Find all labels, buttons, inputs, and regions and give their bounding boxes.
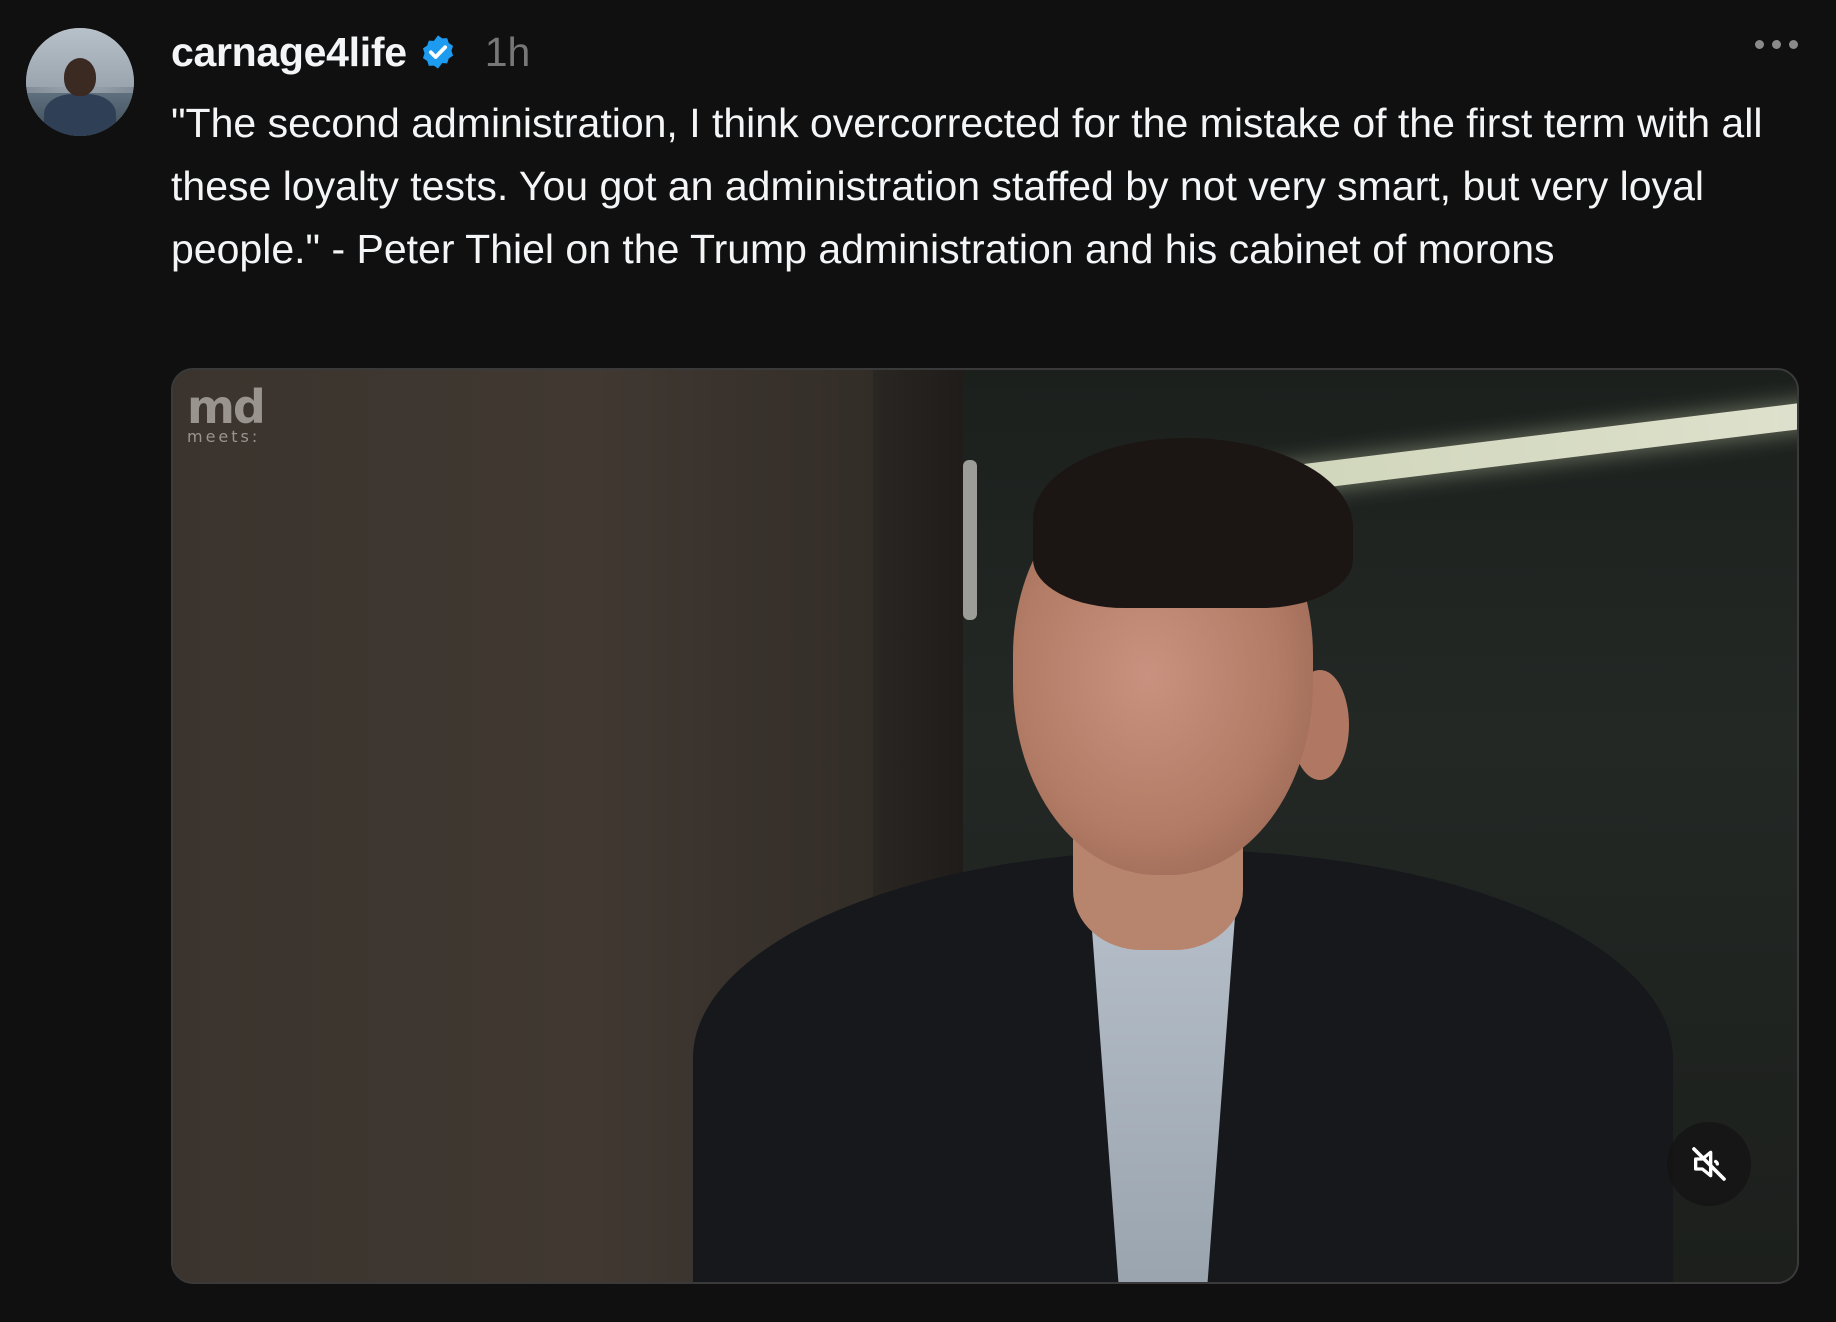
more-options-icon[interactable]	[1755, 40, 1798, 49]
more-dot	[1755, 40, 1764, 49]
speaker-muted-icon	[1692, 1147, 1726, 1181]
more-dot	[1772, 40, 1781, 49]
post-header: carnage4life 1h	[171, 24, 530, 80]
video-player[interactable]: md meets:	[171, 368, 1799, 1284]
video-frame-door-handle	[963, 460, 977, 620]
avatar[interactable]	[26, 28, 134, 136]
watermark-main: md	[187, 380, 266, 434]
post-text: "The second administration, I think over…	[171, 100, 1763, 272]
mute-toggle-button[interactable]	[1667, 1122, 1751, 1206]
username[interactable]: carnage4life	[171, 29, 407, 76]
thread-post: carnage4life 1h "The second administrati…	[0, 0, 1836, 1322]
watermark-sub: meets:	[187, 427, 261, 446]
verified-badge-icon	[419, 33, 457, 71]
more-dot	[1789, 40, 1798, 49]
avatar-figure-head	[64, 58, 96, 96]
post-timestamp[interactable]: 1h	[485, 29, 531, 76]
video-watermark-logo: md meets:	[187, 380, 266, 446]
avatar-figure-body	[44, 94, 116, 136]
